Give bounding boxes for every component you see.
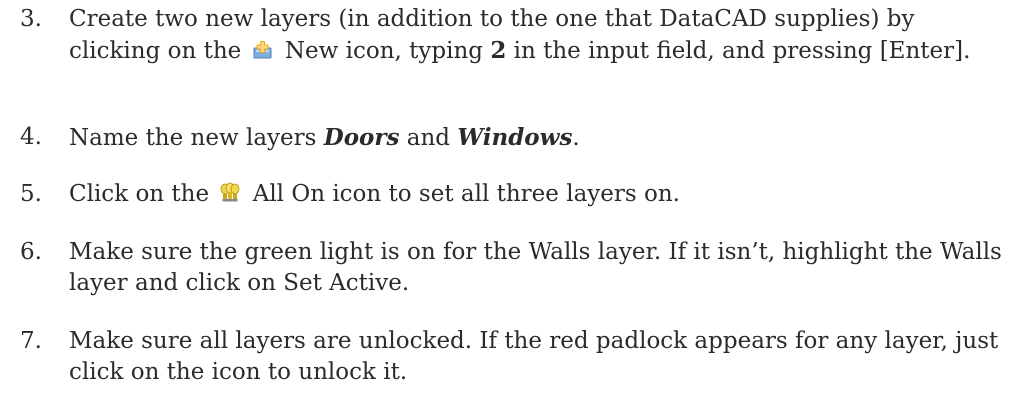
- step-4: 4. Name the new layers Doors and Windows…: [20, 122, 1010, 154]
- step-6: 6. Make sure the green light is on for t…: [20, 237, 1010, 299]
- step-text: Make sure all layers are unlocked. If th…: [69, 328, 999, 385]
- step-3: 3. Create two new layers (in addition to…: [20, 4, 1010, 67]
- step-number: 7.: [20, 328, 42, 354]
- step-number: 4.: [20, 124, 42, 150]
- step-number: 3.: [20, 6, 42, 32]
- step-text: Name the new layers Doors and Windows.: [69, 124, 580, 151]
- step-number: 6.: [20, 239, 42, 265]
- new-layer-icon: [252, 39, 274, 61]
- step-text: Make sure the green light is on for the …: [69, 239, 1002, 296]
- step-5: 5. Click on the All On icon to set all t…: [20, 179, 1010, 210]
- step-text: Create two new layers (in addition to th…: [69, 6, 971, 64]
- step-number: 5.: [20, 181, 42, 207]
- all-on-bulbs-icon: [219, 182, 241, 204]
- step-text: Click on the All On icon to set all thre…: [69, 181, 680, 207]
- step-7: 7. Make sure all layers are unlocked. If…: [20, 326, 1010, 388]
